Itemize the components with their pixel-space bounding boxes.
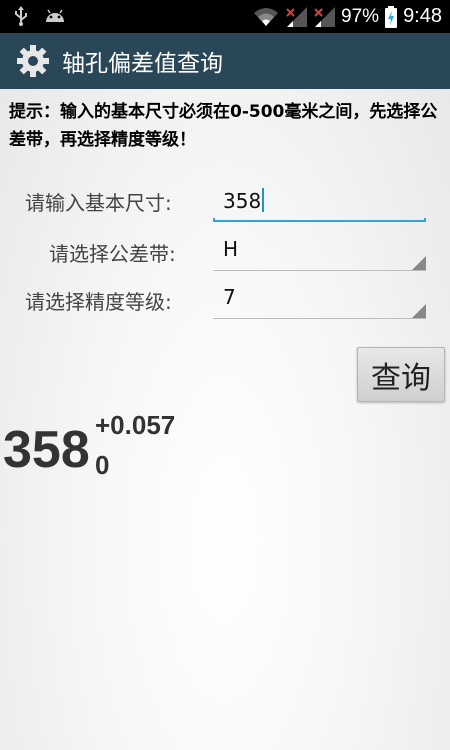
battery-percent: 97%: [341, 5, 380, 27]
clock: 9:48: [403, 5, 442, 27]
grade-label: 请选择精度等级:: [25, 290, 172, 314]
spinner-underline: [213, 270, 426, 271]
app-bar: 轴孔偏差值查询: [0, 33, 450, 89]
battery-charging-icon: [385, 5, 398, 28]
wifi-icon: [254, 7, 279, 26]
grade-spinner[interactable]: 7: [213, 279, 426, 319]
spinner-underline: [213, 318, 426, 319]
dropdown-triangle-icon: [412, 304, 426, 318]
size-input-value: 358: [223, 189, 262, 213]
dropdown-triangle-icon: [412, 256, 426, 270]
usb-icon: [15, 6, 27, 26]
tolerance-spinner[interactable]: H: [213, 231, 426, 271]
grade-value: 7: [223, 285, 236, 309]
signal-1-icon: [286, 6, 308, 27]
input-underline: [213, 218, 426, 222]
result-base-size: 358: [3, 421, 90, 479]
hint-text: 提示：输入的基本尺寸必须在0-500毫米之间，先选择公差带，再选择精度等级！: [9, 102, 438, 150]
app-title: 轴孔偏差值查询: [62, 51, 223, 77]
status-bar: 97% 9:48: [0, 0, 450, 33]
android-icon: [46, 9, 64, 22]
signal-2-icon: [314, 6, 336, 27]
size-label: 请输入基本尺寸:: [25, 191, 172, 215]
tolerance-value: H: [223, 237, 239, 261]
query-button[interactable]: 查询: [357, 347, 445, 402]
result-lower-deviation: 0: [95, 450, 110, 480]
text-cursor: [262, 188, 265, 212]
result-upper-deviation: +0.057: [95, 410, 176, 440]
tolerance-label: 请选择公差带:: [49, 242, 176, 266]
gear-icon: [17, 45, 49, 77]
size-input[interactable]: 358: [213, 182, 426, 222]
